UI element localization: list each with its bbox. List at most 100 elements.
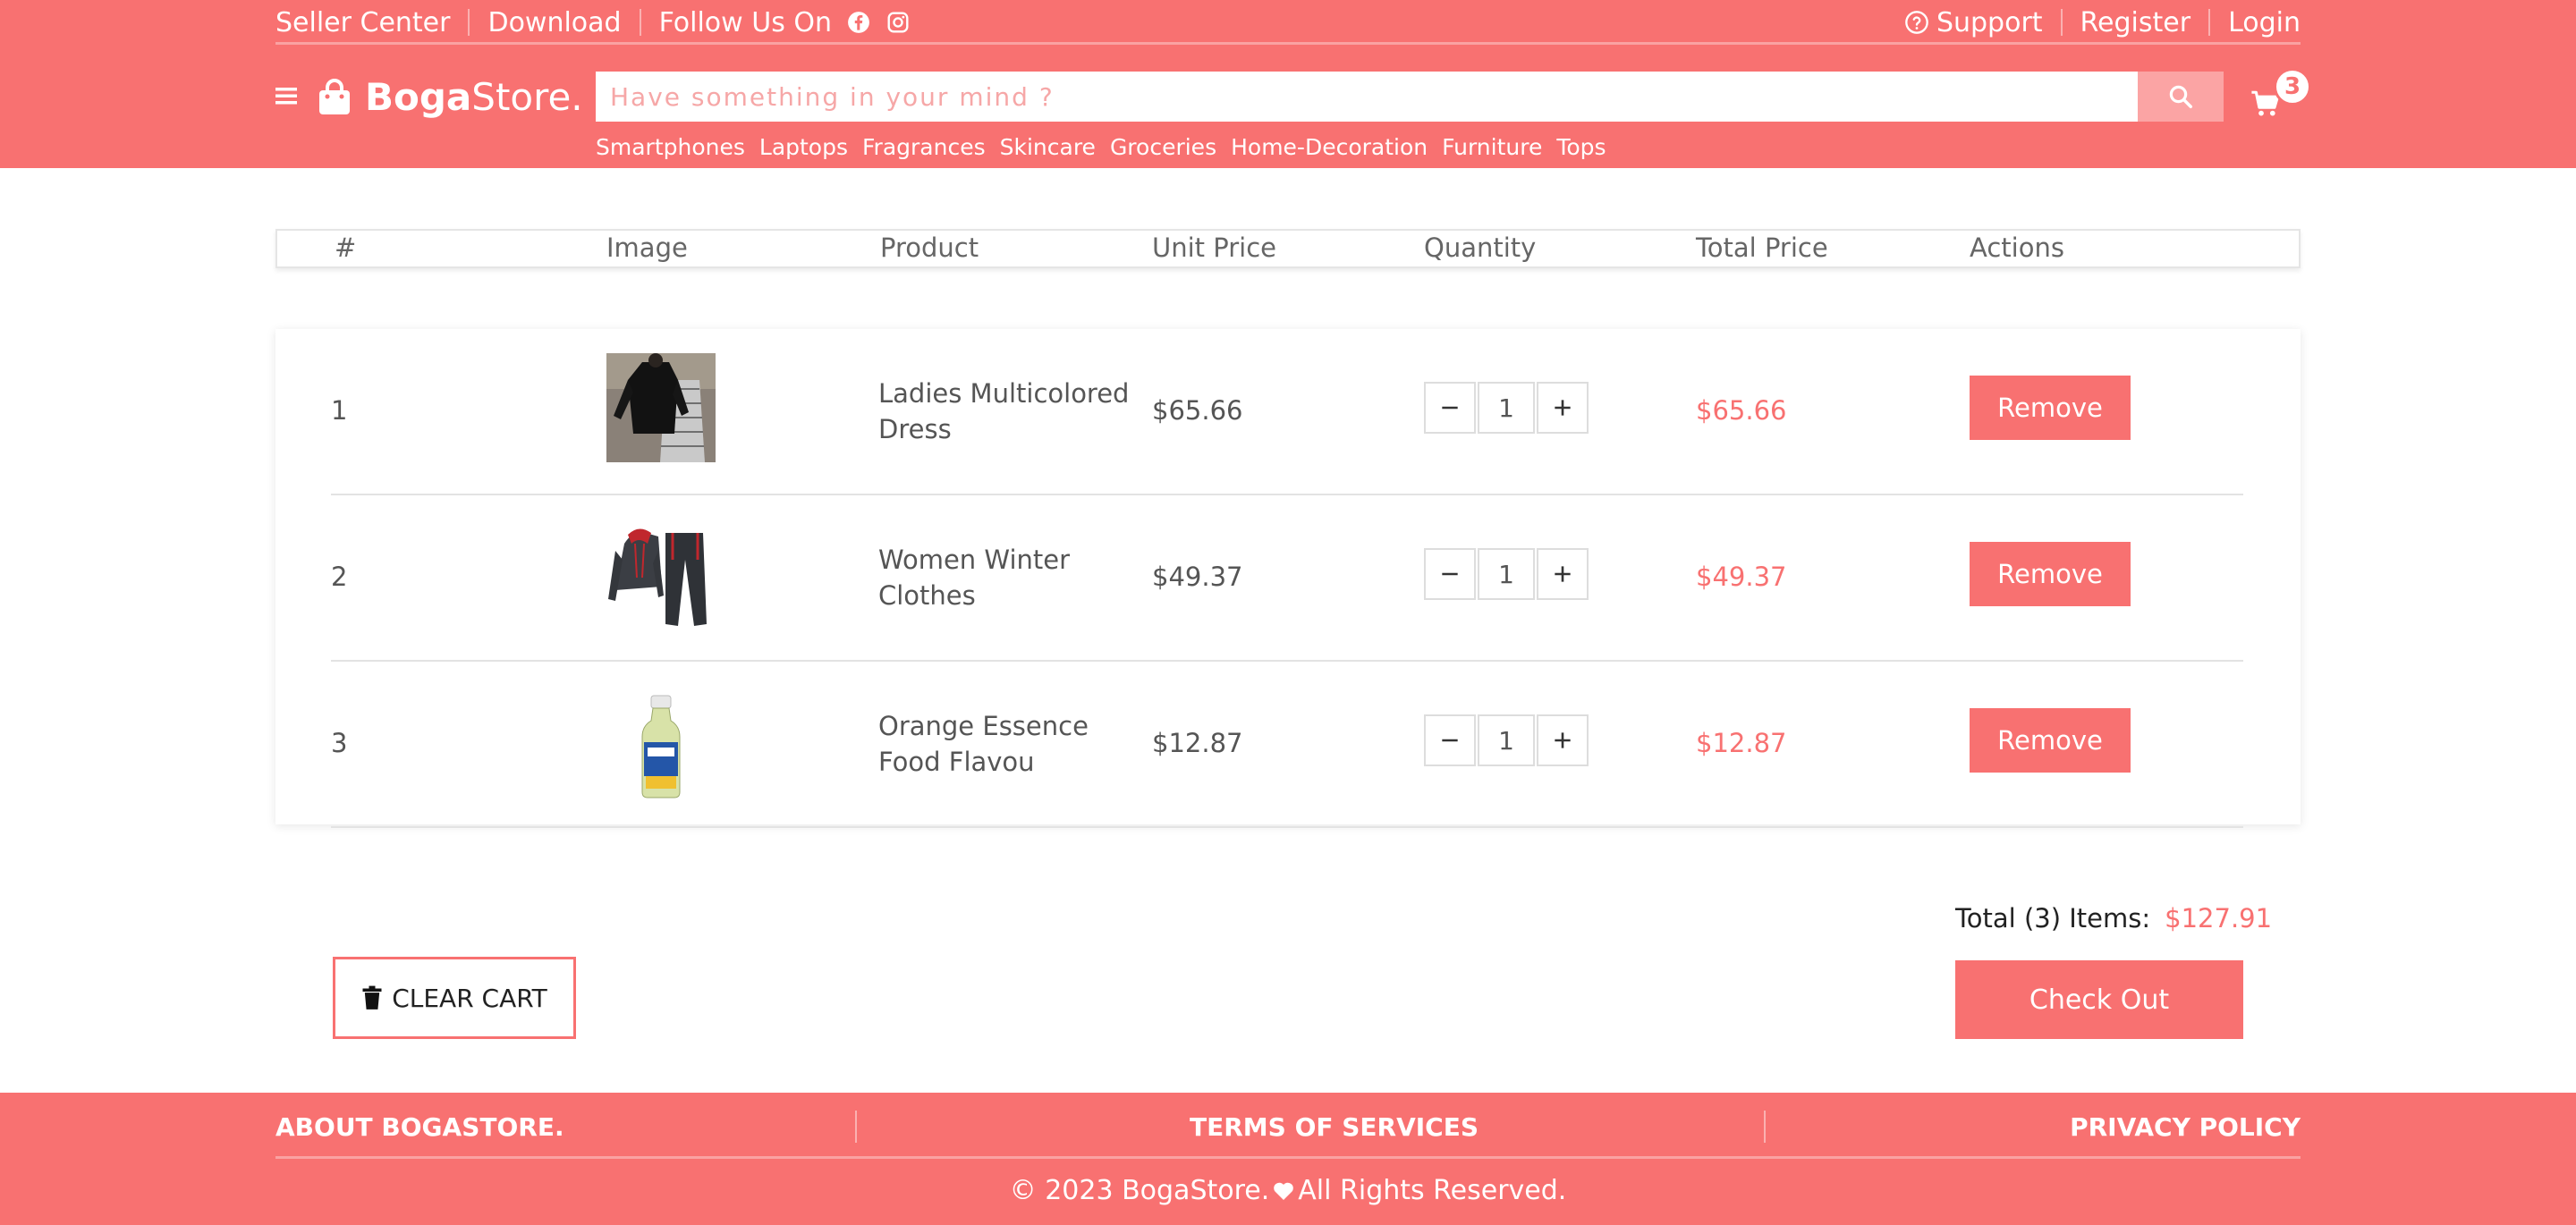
help-circle-icon (1905, 11, 1928, 34)
divider (1764, 1111, 1766, 1143)
category-link-groceries[interactable]: Groceries (1110, 134, 1216, 160)
total-amount: $127.91 (2165, 903, 2273, 934)
hamburger-menu-icon[interactable] (275, 82, 299, 109)
checkout-button[interactable]: Check Out (1955, 960, 2243, 1039)
footer-link-terms[interactable]: TERMS OF SERVICES (1190, 1112, 1479, 1142)
unit-price: $65.66 (1152, 395, 1243, 426)
register-link[interactable]: Register (2080, 7, 2191, 38)
support-link[interactable]: Support (1904, 7, 2043, 38)
unit-price: $49.37 (1152, 562, 1243, 592)
site-footer: ABOUT BOGASTORE. TERMS OF SERVICES PRIVA… (0, 1093, 2576, 1225)
category-link-furniture[interactable]: Furniture (1442, 134, 1542, 160)
total-items-label: Total (3) Items: (1955, 903, 2151, 934)
login-link[interactable]: Login (2228, 7, 2301, 38)
support-label: Support (1936, 6, 2043, 38)
brand-logo[interactable]: Boga Store. (317, 70, 583, 123)
increase-quantity-button[interactable] (1537, 714, 1589, 766)
column-header-number: # (335, 232, 357, 263)
quantity-value[interactable]: 1 (1478, 382, 1535, 434)
category-link-home-decoration[interactable]: Home-Decoration (1231, 134, 1428, 160)
row-number: 1 (331, 395, 348, 426)
category-nav: Smartphones Laptops Fragrances Skincare … (596, 134, 1606, 160)
product-name: Ladies Multicolored Dress (878, 378, 1130, 444)
category-link-fragrances[interactable]: Fragrances (862, 134, 986, 160)
search-icon (2169, 85, 2192, 108)
main-bar: BogaStore. 3 (275, 68, 2311, 125)
row-total-price: $65.66 (1696, 395, 1787, 426)
remove-button[interactable]: Remove (1970, 376, 2131, 440)
cart-table-body: 1 Ladies Multicolored Dress $65.66 1 $65… (275, 329, 2301, 828)
follow-us-text: Follow Us On (658, 6, 832, 38)
category-link-laptops[interactable]: Laptops (759, 134, 848, 160)
download-link[interactable]: Download (487, 7, 621, 38)
site-header: Seller Center Download Follow Us On Supp… (0, 0, 2576, 168)
table-row: 3 Orange Essence Food Flavou $12.87 1 $1… (331, 662, 2243, 828)
divider (468, 9, 470, 36)
footer-link-privacy[interactable]: PRIVACY POLICY (2070, 1112, 2301, 1142)
clear-cart-label: CLEAR CART (392, 983, 547, 1013)
decrease-quantity-button[interactable] (1424, 714, 1476, 766)
instagram-icon[interactable] (886, 10, 911, 35)
divider (855, 1111, 857, 1143)
cart-total: Total (3) Items: $127.91 (1955, 903, 2272, 934)
clear-cart-button[interactable]: CLEAR CART (333, 957, 576, 1039)
decrease-quantity-button[interactable] (1424, 382, 1476, 434)
increase-quantity-button[interactable] (1537, 382, 1589, 434)
minus-icon (1442, 739, 1458, 742)
minus-icon (1442, 572, 1458, 576)
quantity-value[interactable]: 1 (1478, 714, 1535, 766)
quantity-value[interactable]: 1 (1478, 548, 1535, 600)
remove-button[interactable]: Remove (1970, 542, 2131, 606)
quantity-stepper: 1 (1424, 714, 1590, 766)
unit-price: $12.87 (1152, 728, 1243, 758)
footer-link-about[interactable]: ABOUT BOGASTORE. (275, 1112, 564, 1142)
column-header-actions: Actions (1970, 232, 2064, 263)
product-image-dress[interactable] (606, 353, 716, 462)
category-link-skincare[interactable]: Skincare (1000, 134, 1096, 160)
quantity-stepper: 1 (1424, 548, 1590, 600)
copyright-text: © 2023 BogaStore. (1009, 1175, 1270, 1206)
remove-button[interactable]: Remove (1970, 708, 2131, 773)
plus-icon (1555, 732, 1571, 748)
cart-button[interactable]: 3 (2247, 68, 2311, 125)
search-input[interactable] (596, 72, 2138, 122)
copyright: © 2023 BogaStore. All Rights Reserved. (0, 1175, 2576, 1206)
category-link-smartphones[interactable]: Smartphones (596, 134, 745, 160)
facebook-icon[interactable] (846, 10, 871, 35)
product-image-bottle[interactable] (606, 692, 716, 801)
brand-name-light: Store. (471, 74, 583, 119)
cart-count-badge: 3 (2274, 68, 2311, 106)
search-button[interactable] (2138, 72, 2224, 122)
cart-table-header: # Image Product Unit Price Quantity Tota… (275, 229, 2301, 268)
follow-us-label: Follow Us On (659, 7, 911, 38)
trash-icon (362, 985, 382, 1010)
decrease-quantity-button[interactable] (1424, 548, 1476, 600)
row-total-price: $12.87 (1696, 728, 1787, 758)
product-name: Women Winter Clothes (878, 545, 1071, 611)
row-number: 3 (331, 728, 348, 758)
column-header-total-price: Total Price (1696, 232, 1828, 263)
divider (639, 9, 641, 36)
minus-icon (1442, 406, 1458, 410)
top-bar-right: Support Register Login (1904, 5, 2301, 39)
table-row: 2 Women Winter Clothes $49.37 1 $49.37 R… (331, 495, 2243, 662)
divider (2060, 9, 2063, 36)
top-bar: Seller Center Download Follow Us On Supp… (275, 0, 2301, 45)
row-number: 2 (331, 562, 348, 592)
column-header-product: Product (880, 232, 979, 263)
seller-center-link[interactable]: Seller Center (275, 7, 450, 38)
column-header-quantity: Quantity (1424, 232, 1537, 263)
category-link-tops[interactable]: Tops (1556, 134, 1606, 160)
top-bar-left: Seller Center Download Follow Us On (275, 5, 911, 39)
product-image-tracksuit[interactable] (606, 524, 716, 633)
quantity-stepper: 1 (1424, 382, 1590, 434)
rights-text: All Rights Reserved. (1298, 1175, 1567, 1206)
product-name: Orange Essence Food Flavou (878, 711, 1089, 777)
column-header-unit-price: Unit Price (1152, 232, 1276, 263)
increase-quantity-button[interactable] (1537, 548, 1589, 600)
shopping-bag-icon (319, 79, 350, 114)
table-row: 1 Ladies Multicolored Dress $65.66 1 $65… (331, 329, 2243, 495)
row-total-price: $49.37 (1696, 562, 1787, 592)
footer-links: ABOUT BOGASTORE. TERMS OF SERVICES PRIVA… (275, 1093, 2301, 1159)
plus-icon (1555, 566, 1571, 582)
